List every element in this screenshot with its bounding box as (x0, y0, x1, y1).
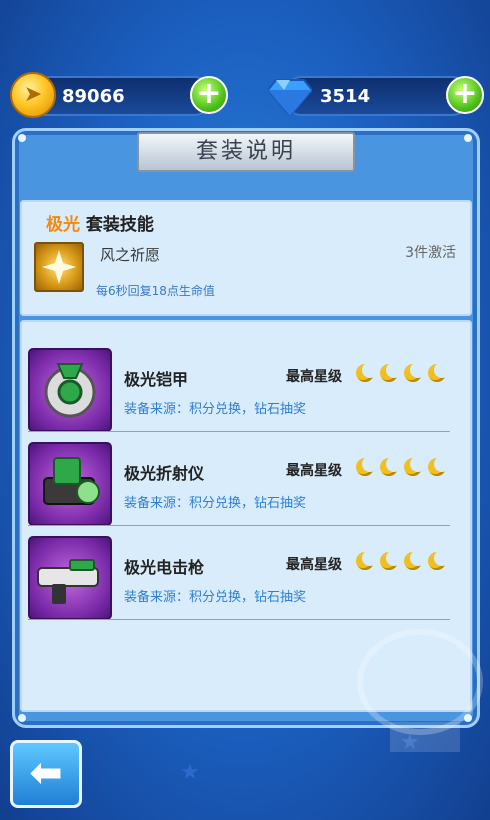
gem-amount: 3514 (320, 86, 371, 107)
max-star-label: 最高星级 (286, 463, 342, 479)
crescent-moon-icon (380, 550, 402, 570)
panel-rivet (18, 134, 26, 142)
list-item[interactable]: 极光电击枪 最高星级 装备来源：积分兑换，钻石抽奖 (20, 528, 472, 620)
skill-activation-condition: 3件激活 (405, 245, 456, 261)
coin-amount: 89066 (62, 86, 125, 107)
shock-gun-icon (37, 559, 99, 604)
item-name: 极光电击枪 (124, 558, 205, 577)
item-source: 装备来源：积分兑换，钻石抽奖 (124, 402, 307, 417)
wind-skill-icon (34, 242, 84, 292)
skill-name: 风之祈愿 (100, 246, 161, 264)
panel-title: 套装说明 (137, 132, 355, 172)
set-skill-label: 套装技能 (85, 215, 154, 235)
refractor-item-icon (28, 442, 112, 526)
watermark-logo (357, 629, 483, 752)
item-source: 装备来源：积分兑换，钻石抽奖 (124, 590, 307, 605)
list-item[interactable]: 极光折射仪 最高星级 装备来源：积分兑换，钻石抽奖 (20, 434, 472, 526)
shock-gun-item-icon (28, 536, 112, 620)
crescent-moon-icon (404, 550, 426, 570)
crescent-moon-icon (428, 362, 450, 382)
panel-rivet (464, 134, 472, 142)
crescent-moon-icon (380, 456, 402, 476)
gold-coin-icon: ➤ (10, 72, 56, 118)
refractor-icon (43, 457, 100, 505)
armor-item-icon (28, 348, 112, 432)
crescent-moon-icon (404, 362, 426, 382)
back-arrow-icon: ⬅ (29, 750, 63, 796)
max-star-label: 最高星级 (286, 369, 342, 385)
row-divider (28, 431, 450, 432)
crescent-moon-icon (356, 456, 378, 476)
background-star: ★ (180, 760, 200, 785)
max-star-label: 最高星级 (286, 557, 342, 573)
set-skill-card: 极光 套装技能 风之祈愿 3件激活 每6秒回复18点生命值 (20, 200, 472, 316)
armor-icon (44, 363, 96, 418)
blue-diamond-icon (268, 79, 312, 116)
crescent-moon-icon (356, 550, 378, 570)
crescent-moon-icon (428, 456, 450, 476)
skill-description: 每6秒回复18点生命值 (96, 284, 215, 298)
item-name: 极光折射仪 (124, 464, 205, 483)
back-button[interactable]: ⬅ (10, 740, 82, 808)
item-name: 极光铠甲 (124, 370, 189, 389)
row-divider (28, 525, 450, 526)
star-rating (356, 456, 456, 480)
list-item[interactable]: 极光铠甲 最高星级 装备来源：积分兑换，钻石抽奖 (20, 340, 472, 432)
star-rating (356, 362, 456, 386)
set-skill-header: 极光 套装技能 (46, 210, 154, 235)
sparkle-icon (42, 250, 76, 284)
crescent-moon-icon (380, 362, 402, 382)
set-name: 极光 (46, 215, 80, 235)
item-source: 装备来源：积分兑换，钻石抽奖 (124, 496, 307, 511)
crescent-moon-icon (404, 456, 426, 476)
panel-rivet (18, 714, 26, 722)
star-rating (356, 550, 456, 574)
add-coins-button[interactable]: + (190, 76, 228, 114)
crescent-moon-icon (356, 362, 378, 382)
add-gems-button[interactable]: + (446, 76, 484, 114)
crescent-moon-icon (428, 550, 450, 570)
